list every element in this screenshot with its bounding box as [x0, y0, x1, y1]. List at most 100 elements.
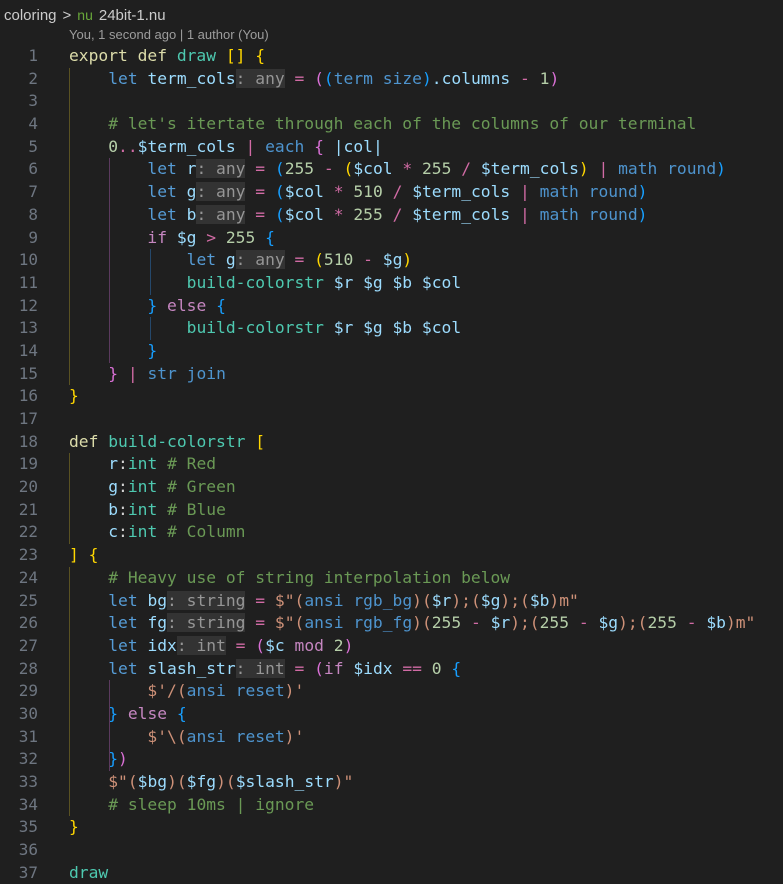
- code-line[interactable]: 2 let term_cols: any = ((term size).colu…: [0, 67, 783, 91]
- code-line[interactable]: 27 let idx: int = ($c mod 2): [0, 634, 783, 658]
- code-token: $'\(: [147, 726, 187, 746]
- code-line[interactable]: 10 let g: any = (510 - $g): [0, 249, 783, 272]
- code-line[interactable]: 30 } else {: [0, 702, 783, 726]
- git-blame-codelens[interactable]: You, 1 second ago | 1 author (You): [69, 27, 269, 42]
- code-token: (: [274, 182, 285, 202]
- code-token: int: [127, 499, 168, 519]
- line-number[interactable]: 32: [0, 748, 38, 771]
- code-line[interactable]: 17: [0, 408, 783, 431]
- line-number[interactable]: 22: [0, 521, 38, 544]
- line-number[interactable]: 9: [0, 227, 38, 250]
- code-line[interactable]: 1 export def draw [] {: [0, 45, 783, 68]
- line-number[interactable]: 27: [0, 635, 38, 658]
- code-token: let: [108, 658, 148, 678]
- code-line[interactable]: 5 0..$term_cols | each { |col|: [0, 135, 783, 159]
- line-number[interactable]: 4: [0, 113, 38, 136]
- code-line[interactable]: 6 let r: any = (255 - ($col * 255 / $ter…: [0, 158, 783, 182]
- line-number[interactable]: 3: [0, 90, 38, 113]
- line-number[interactable]: 2: [0, 68, 38, 91]
- line-number[interactable]: 18: [0, 431, 38, 454]
- code-line[interactable]: 37 draw: [0, 862, 783, 884]
- code-line[interactable]: 31 $'\(ansi reset)': [0, 725, 783, 749]
- line-number[interactable]: 37: [0, 862, 38, 884]
- line-number[interactable]: 5: [0, 136, 38, 159]
- code-line[interactable]: 11 build-colorstr $r $g $b $col: [0, 271, 783, 295]
- line-number[interactable]: 11: [0, 272, 38, 295]
- code-line[interactable]: 23] {: [0, 544, 783, 567]
- code-token: )(: [167, 772, 187, 791]
- code-line[interactable]: 34 # sleep 10ms | ignore: [0, 793, 783, 817]
- line-number[interactable]: 20: [0, 476, 38, 499]
- code-token: )(: [412, 613, 432, 633]
- code-token: =: [245, 590, 275, 610]
- code-line[interactable]: 35}: [0, 816, 783, 839]
- code-line[interactable]: 3: [0, 90, 783, 114]
- code-line[interactable]: 14 }: [0, 339, 783, 363]
- line-number[interactable]: 34: [0, 794, 38, 817]
- code-line[interactable]: 7 let g: any = ($col * 510 / $term_cols …: [0, 181, 783, 204]
- type-inlay-hint: : string: [167, 613, 246, 633]
- line-number[interactable]: 30: [0, 703, 38, 726]
- line-code: b:int # Blue: [69, 499, 226, 522]
- line-number[interactable]: 13: [0, 317, 38, 340]
- line-number[interactable]: 8: [0, 204, 38, 227]
- line-number[interactable]: 19: [0, 453, 38, 476]
- line-number[interactable]: 23: [0, 544, 38, 567]
- code-token: {: [265, 227, 275, 247]
- line-number[interactable]: 29: [0, 680, 38, 703]
- code-editor[interactable]: 1 export def draw [] {2 let term_cols: an…: [0, 45, 783, 884]
- code-line[interactable]: 36: [0, 839, 783, 862]
- code-line[interactable]: 4 # let's itertate through each of the c…: [0, 113, 783, 136]
- line-number[interactable]: 21: [0, 499, 38, 522]
- code-line[interactable]: 20 g:int # Green: [0, 476, 783, 499]
- code-line[interactable]: 33 $"($bg)($fg)($slash_str)": [0, 771, 783, 794]
- code-line[interactable]: 12 } else {: [0, 294, 783, 318]
- code-line[interactable]: 19 r:int # Red: [0, 453, 783, 477]
- code-line[interactable]: 15 } | str join: [0, 362, 783, 386]
- code-token: (: [314, 250, 324, 270]
- line-number[interactable]: 36: [0, 839, 38, 862]
- code-line[interactable]: 18 def build-colorstr [: [0, 431, 783, 454]
- line-number[interactable]: 16: [0, 385, 38, 408]
- code-line[interactable]: 22 c:int # Column: [0, 521, 783, 545]
- line-number[interactable]: 25: [0, 590, 38, 613]
- line-number[interactable]: 24: [0, 567, 38, 590]
- line-number[interactable]: 33: [0, 771, 38, 794]
- code-line[interactable]: 26 let fg: string = $"(ansi rgb_fg)(255 …: [0, 612, 783, 635]
- line-number[interactable]: 10: [0, 249, 38, 272]
- code-line[interactable]: 29 $'/(ansi reset)': [0, 680, 783, 703]
- code-line[interactable]: 24 # Heavy use of string interpolation b…: [0, 566, 783, 590]
- code-line[interactable]: 32 }): [0, 748, 783, 771]
- line-number[interactable]: 17: [0, 408, 38, 431]
- line-number[interactable]: 12: [0, 295, 38, 318]
- code-line[interactable]: 13 build-colorstr $r $g $b $col: [0, 317, 783, 340]
- code-line[interactable]: 9 if $g > 255 {: [0, 226, 783, 250]
- code-token: g: [186, 182, 197, 202]
- code-token: ansi reset: [186, 726, 285, 746]
- code-line[interactable]: 28 let slash_str: int = (if $idx == 0 {: [0, 657, 783, 681]
- line-code: }: [69, 816, 79, 839]
- code-token: *: [323, 204, 354, 224]
- code-line[interactable]: 21 b:int # Blue: [0, 498, 783, 522]
- line-number[interactable]: 7: [0, 181, 38, 204]
- line-number[interactable]: 31: [0, 726, 38, 749]
- code-token: def: [69, 431, 109, 451]
- line-number[interactable]: 26: [0, 612, 38, 635]
- line-number[interactable]: 15: [0, 363, 38, 386]
- code-token: $g: [176, 227, 197, 247]
- line-number[interactable]: 35: [0, 816, 38, 839]
- code-token: r: [108, 454, 119, 474]
- line-number[interactable]: 1: [0, 45, 38, 68]
- breadcrumb-file[interactable]: 24bit-1.nu: [99, 7, 166, 24]
- line-code: let b: any = ($col * 255 / $term_cols | …: [69, 204, 647, 227]
- code-line[interactable]: 8 let b: any = ($col * 255 / $term_cols …: [0, 203, 783, 227]
- line-number[interactable]: 6: [0, 158, 38, 181]
- code-line[interactable]: 25 let bg: string = $"(ansi rgb_bg)($r);…: [0, 589, 783, 613]
- line-number[interactable]: 28: [0, 658, 38, 681]
- line-number[interactable]: 14: [0, 340, 38, 363]
- code-line[interactable]: 16}: [0, 385, 783, 408]
- breadcrumb-folder[interactable]: coloring: [4, 7, 57, 24]
